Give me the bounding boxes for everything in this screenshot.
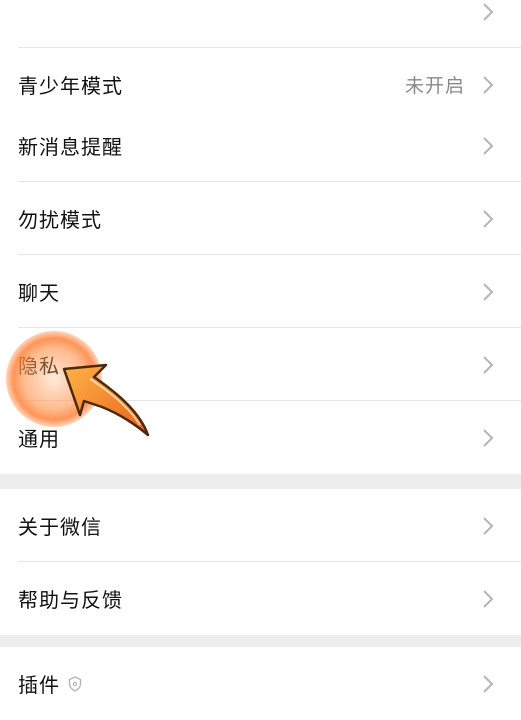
chevron-right-icon [477, 588, 499, 610]
settings-row-general[interactable]: 通用 [0, 401, 521, 474]
settings-row-plugins[interactable]: 插件 [0, 647, 521, 720]
row-label: 关于微信 [18, 515, 102, 539]
settings-row-do-not-disturb[interactable]: 勿扰模式 [0, 182, 521, 255]
chevron-right-icon [477, 1, 499, 23]
row-label: 隐私 [18, 354, 60, 378]
shield-icon [68, 675, 82, 692]
row-label: 帮助与反馈 [18, 588, 123, 612]
chevron-right-icon [477, 427, 499, 449]
chevron-right-icon [477, 74, 499, 96]
chevron-right-icon [477, 673, 499, 695]
chevron-right-icon [477, 281, 499, 303]
settings-group-about: 关于微信 帮助与反馈 [0, 489, 521, 635]
chevron-right-icon [477, 208, 499, 230]
row-label: 插件 [18, 673, 60, 697]
row-label: 聊天 [18, 281, 60, 305]
settings-group-main: 新消息提醒 勿扰模式 聊天 隐私 通用 [0, 109, 521, 474]
settings-row-top-cut[interactable] [0, 0, 521, 48]
settings-group-plugins: 插件 [0, 647, 521, 720]
settings-group-account: 青少年模式 未开启 [0, 0, 521, 121]
row-label: 青少年模式 [18, 74, 123, 98]
settings-row-new-message-alert[interactable]: 新消息提醒 [0, 109, 521, 182]
row-label: 新消息提醒 [18, 135, 123, 159]
settings-row-about-wechat[interactable]: 关于微信 [0, 489, 521, 562]
chevron-right-icon [477, 135, 499, 157]
settings-row-privacy[interactable]: 隐私 [0, 328, 521, 401]
row-label: 勿扰模式 [18, 208, 102, 232]
settings-row-chat[interactable]: 聊天 [0, 255, 521, 328]
row-value-status: 未开启 [404, 75, 465, 97]
row-label: 通用 [18, 427, 60, 451]
settings-row-help-feedback[interactable]: 帮助与反馈 [0, 562, 521, 635]
chevron-right-icon [477, 515, 499, 537]
chevron-right-icon [477, 354, 499, 376]
